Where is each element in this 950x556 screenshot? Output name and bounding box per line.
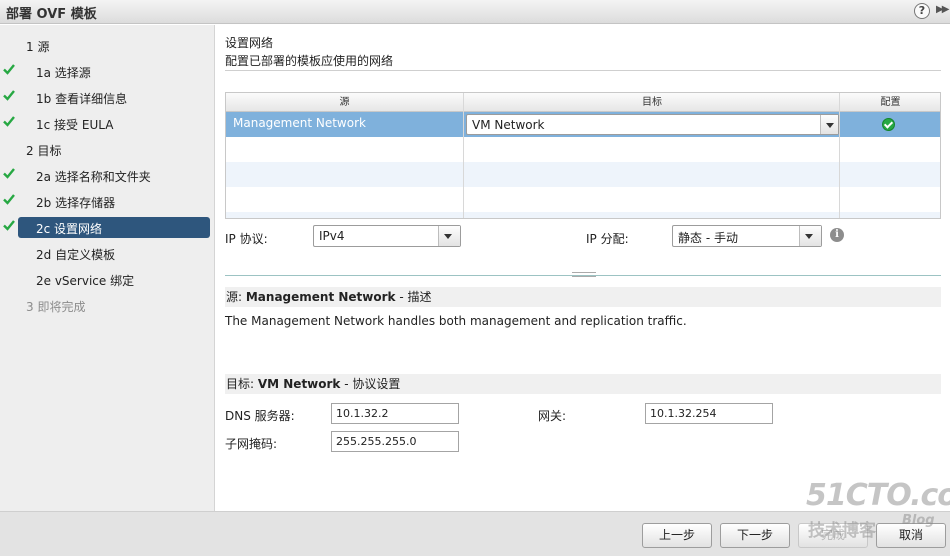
source-description: The Management Network handles both mana… bbox=[225, 314, 687, 328]
checkmark-icon bbox=[3, 116, 15, 127]
wizard-step[interactable]: 2d 自定义模板 bbox=[0, 243, 215, 264]
wizard-step-label: 2e vService 绑定 bbox=[36, 274, 135, 288]
wizard-step-label: 1a 选择源 bbox=[36, 66, 91, 80]
cancel-button[interactable]: 取消 bbox=[876, 523, 946, 548]
checkmark-icon bbox=[3, 90, 15, 101]
table-row-empty bbox=[226, 162, 940, 187]
wizard-footer: 上一步 下一步 完成 取消 bbox=[0, 511, 950, 556]
source-network-name: Management Network bbox=[245, 290, 396, 304]
row-source-network: Management Network bbox=[233, 116, 366, 130]
source-section-prefix: 源: bbox=[226, 290, 246, 304]
help-icon[interactable]: ? bbox=[914, 3, 930, 19]
wizard-step[interactable]: 2 目标 bbox=[0, 139, 215, 160]
wizard-step-label: 2a 选择名称和文件夹 bbox=[36, 170, 151, 184]
source-section-header: 源: Management Network - 描述 bbox=[225, 287, 941, 307]
wizard-step[interactable]: 2c 设置网络 bbox=[0, 217, 215, 238]
table-row-empty bbox=[226, 212, 940, 218]
source-section-suffix: - 描述 bbox=[395, 290, 432, 304]
destination-network-name: VM Network bbox=[257, 377, 341, 391]
table-header: 源 目标 配置 bbox=[226, 93, 940, 112]
table-row-empty bbox=[226, 137, 940, 162]
finish-button[interactable]: 完成 bbox=[798, 523, 868, 548]
destination-network-value: VM Network bbox=[472, 118, 545, 132]
ip-allocation-select[interactable]: 静态 - 手动 bbox=[672, 225, 822, 247]
wizard-step: 3 即将完成 bbox=[0, 295, 215, 316]
ip-protocol-label: IP 协议: bbox=[225, 232, 268, 246]
ip-allocation-value: 静态 - 手动 bbox=[678, 231, 738, 245]
gateway-label: 网关: bbox=[538, 409, 567, 423]
ip-protocol-select[interactable]: IPv4 bbox=[313, 225, 461, 247]
wizard-step[interactable]: 1c 接受 EULA bbox=[0, 113, 215, 134]
destination-section-suffix: - 协议设置 bbox=[340, 377, 401, 391]
main-panel: 设置网络 配置已部署的模板应使用的网络 源 目标 配置 Management N… bbox=[216, 25, 950, 511]
checkmark-icon bbox=[3, 194, 15, 205]
chevron-down-icon[interactable] bbox=[438, 226, 460, 246]
splitter-grip-handle[interactable] bbox=[572, 272, 596, 277]
table-row[interactable]: Management Network VM Network bbox=[226, 112, 940, 137]
wizard-step-label: 1b 查看详细信息 bbox=[36, 92, 128, 106]
network-mapping-table: 源 目标 配置 Management Network VM Network bbox=[225, 92, 941, 219]
wizard-step[interactable]: 2b 选择存储器 bbox=[0, 191, 215, 212]
wizard-step[interactable]: 1a 选择源 bbox=[0, 61, 215, 82]
wizard-step[interactable]: 2a 选择名称和文件夹 bbox=[0, 165, 215, 186]
wizard-step[interactable]: 1 源 bbox=[0, 35, 215, 56]
next-button[interactable]: 下一步 bbox=[720, 523, 790, 548]
info-icon[interactable]: i bbox=[830, 228, 844, 242]
title-divider bbox=[225, 70, 941, 71]
window-title: 部署 OVF 模板 bbox=[6, 7, 97, 22]
gateway-field[interactable]: 10.1.32.254 bbox=[645, 403, 773, 424]
subnet-mask-label: 子网掩码: bbox=[225, 437, 278, 451]
checkmark-icon bbox=[3, 168, 15, 179]
wizard-steps-sidebar: 1 源 1a 选择源 1b 查看详细信息 1c 接受 EULA 2 目标 2a 选择名称和… bbox=[0, 25, 215, 511]
wizard-step-label: 2 目标 bbox=[26, 144, 62, 158]
destination-section-header: 目标: VM Network - 协议设置 bbox=[225, 374, 941, 394]
wizard-step[interactable]: 2e vService 绑定 bbox=[0, 269, 215, 290]
wizard-step-label: 1c 接受 EULA bbox=[36, 118, 114, 132]
wizard-step-label: 1 源 bbox=[26, 40, 50, 54]
subnet-mask-field[interactable]: 255.255.255.0 bbox=[331, 431, 459, 452]
checkmark-icon bbox=[3, 220, 15, 231]
wizard-step-label: 3 即将完成 bbox=[26, 300, 86, 314]
wizard-step-label: 2b 选择存储器 bbox=[36, 196, 116, 210]
configured-check-icon bbox=[882, 118, 895, 131]
page-subtitle: 配置已部署的模板应使用的网络 bbox=[225, 54, 394, 68]
column-header-configured[interactable]: 配置 bbox=[841, 93, 940, 112]
column-header-source[interactable]: 源 bbox=[226, 93, 463, 112]
chevron-down-icon[interactable] bbox=[799, 226, 821, 246]
dns-server-field[interactable]: 10.1.32.2 bbox=[331, 403, 459, 424]
checkmark-icon bbox=[3, 64, 15, 75]
page-title: 设置网络 bbox=[225, 36, 274, 50]
destination-section-prefix: 目标: bbox=[226, 377, 258, 391]
chevron-down-icon[interactable] bbox=[820, 115, 838, 134]
expand-icon[interactable]: ▶▶ bbox=[936, 4, 949, 15]
ip-protocol-value: IPv4 bbox=[319, 229, 345, 243]
ip-allocation-label: IP 分配: bbox=[586, 232, 629, 246]
column-divider bbox=[463, 93, 464, 218]
dns-server-label: DNS 服务器: bbox=[225, 409, 295, 423]
column-divider bbox=[839, 93, 840, 218]
table-row-empty bbox=[226, 187, 940, 212]
wizard-step-label: 2c 设置网络 bbox=[36, 222, 103, 236]
back-button[interactable]: 上一步 bbox=[642, 523, 712, 548]
destination-network-select[interactable]: VM Network bbox=[466, 114, 839, 135]
column-header-destination[interactable]: 目标 bbox=[464, 93, 840, 112]
window-titlebar: 部署 OVF 模板 ? ▶▶ bbox=[0, 0, 950, 24]
wizard-step[interactable]: 1b 查看详细信息 bbox=[0, 87, 215, 108]
wizard-step-label: 2d 自定义模板 bbox=[36, 248, 116, 262]
